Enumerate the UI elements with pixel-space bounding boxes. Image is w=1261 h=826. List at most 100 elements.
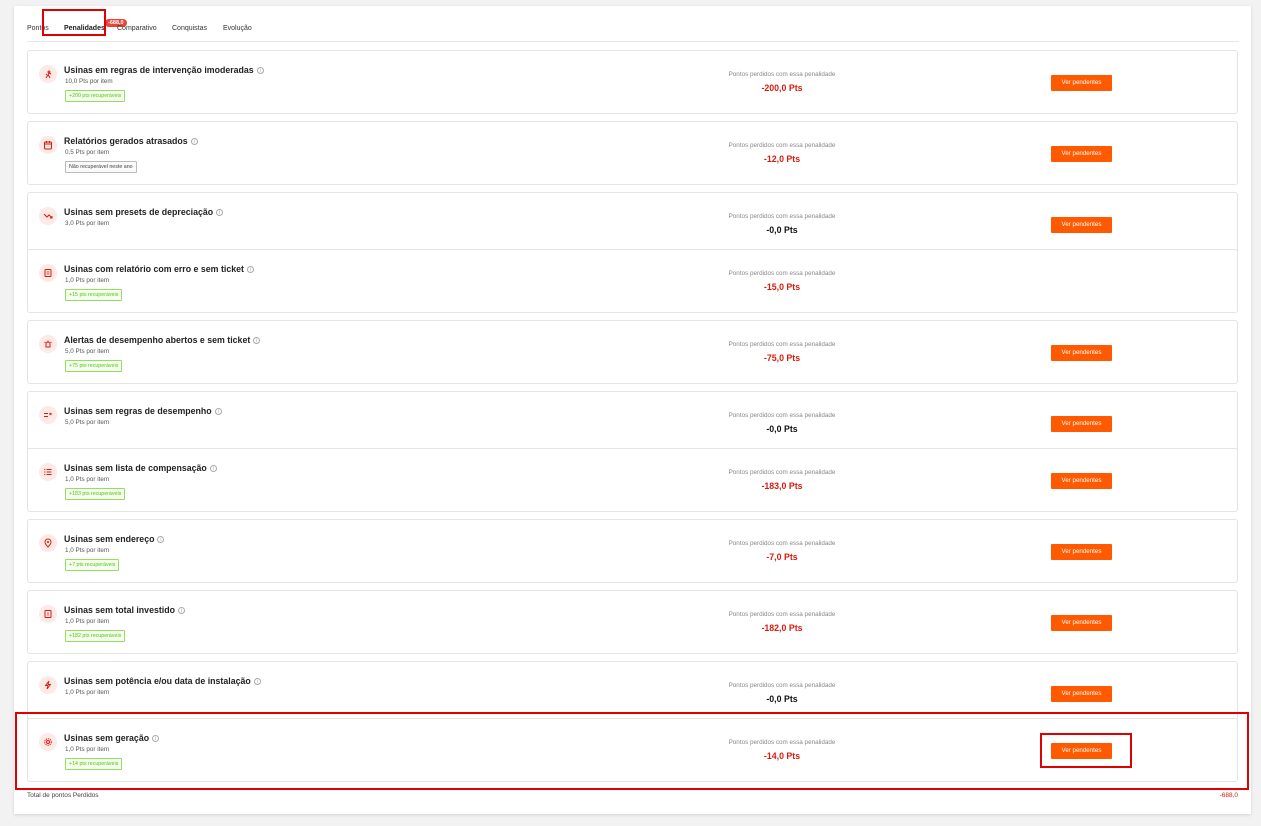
penalty-title: Relatórios gerados atrasados i (64, 136, 198, 146)
recoverable-tag: +7 pts recuperáveis (65, 559, 120, 571)
report-icon (39, 264, 57, 282)
penalty-title: Usinas sem regras de desempenho i (64, 406, 222, 416)
points-lost-label: Pontos perdidos com essa penalidade (728, 739, 836, 746)
info-icon[interactable]: i (253, 337, 261, 344)
tab-conquistas[interactable]: Conquistas (172, 25, 207, 32)
penalty-card: Usinas sem total investido i 1,0 Pts por i… (27, 590, 1238, 654)
penalty-card: Usinas em regras de intervenção imoderad… (27, 50, 1238, 114)
list-icon (39, 463, 57, 481)
penalty-title: Usinas sem presets de depreciação i (64, 207, 224, 217)
info-icon[interactable]: i (190, 138, 198, 145)
info-icon[interactable]: i (152, 735, 160, 742)
penalties-panel: Pontos Penalidades -688,0 Comparativo Co… (14, 6, 1251, 814)
view-pending-button[interactable]: Ver pendentes (1051, 416, 1112, 432)
tab-evolucao[interactable]: Evolução (223, 25, 252, 32)
penalty-card: Usinas sem potência e/ou data de instala… (27, 661, 1238, 725)
calendar-icon (39, 136, 57, 154)
location-pin-icon (39, 534, 57, 552)
points-lost-value: -183,0 Pts (761, 481, 803, 491)
points-lost-value: -182,0 Pts (761, 623, 803, 633)
view-pending-button[interactable]: Ver pendentes (1051, 686, 1112, 702)
view-pending-button[interactable]: Ver pendentes (1051, 473, 1112, 489)
points-lost-label: Pontos perdidos com essa penalidade (728, 142, 836, 149)
points-lost-value: -75,0 Pts (763, 353, 801, 363)
run-icon (39, 65, 57, 83)
rules-icon (39, 406, 57, 424)
total-lost-value: -688,0 (1219, 792, 1238, 799)
points-per-item: 5,0 Pts por item (65, 348, 110, 355)
points-lost-label: Pontos perdidos com essa penalidade (728, 611, 836, 618)
points-lost-label: Pontos perdidos com essa penalidade (728, 469, 836, 476)
money-icon (39, 605, 57, 623)
points-per-item: 10,0 Pts por item (65, 78, 113, 85)
points-lost-label: Pontos perdidos com essa penalidade (728, 213, 836, 220)
penalty-card: Usinas sem lista de compensação i 1,0 Pts … (27, 448, 1238, 512)
tab-pontos[interactable]: Pontos (27, 25, 49, 32)
recoverable-tag: +75 pts recuperáveis (65, 360, 123, 372)
points-lost-value: -0,0 Pts (766, 424, 798, 434)
total-lost-label: Total de pontos Perdidos (27, 792, 99, 799)
info-icon[interactable]: i (177, 607, 185, 614)
penalty-title: Usinas sem endereço i (64, 534, 165, 544)
trend-down-icon (39, 207, 57, 225)
view-pending-button[interactable]: Ver pendentes (1051, 146, 1112, 162)
recoverable-tag: Não recuperável neste ano (65, 161, 137, 173)
penalty-title: Usinas em regras de intervenção imoderad… (64, 65, 264, 75)
points-per-item: 1,0 Pts por item (65, 476, 110, 483)
gear-icon (39, 733, 57, 751)
recoverable-tag: +182 pts recuperáveis (65, 630, 126, 642)
penalty-title: Alertas de desempenho abertos e sem tick… (64, 335, 261, 345)
recoverable-tag: +14 pts recuperáveis (65, 758, 123, 770)
penalty-title: Usinas com relatório com erro e sem tick… (64, 264, 254, 274)
penalty-title: Usinas sem lista de compensação i (64, 463, 217, 473)
recoverable-tag: +183 pts recuperáveis (65, 488, 126, 500)
points-lost-label: Pontos perdidos com essa penalidade (728, 341, 836, 348)
penalty-card: Relatórios gerados atrasados i 0,5 Pts por… (27, 121, 1238, 185)
penalty-title: Usinas sem potência e/ou data de instala… (64, 676, 261, 686)
points-lost-value: -0,0 Pts (766, 694, 798, 704)
points-per-item: 1,0 Pts por item (65, 547, 110, 554)
info-icon[interactable]: i (216, 209, 224, 216)
penalty-title: Usinas sem total investido i (64, 605, 185, 615)
points-lost-label: Pontos perdidos com essa penalidade (728, 540, 836, 547)
view-pending-button[interactable]: Ver pendentes (1051, 743, 1112, 759)
info-icon[interactable]: i (256, 67, 264, 74)
points-lost-value: -0,0 Pts (766, 225, 798, 235)
penalty-card: Usinas com relatório com erro e sem tick… (27, 249, 1238, 313)
penalty-card: Usinas sem regras de desempenho i 5,0 Pts … (27, 391, 1238, 455)
points-lost-value: -7,0 Pts (766, 552, 798, 562)
points-per-item: 1,0 Pts por item (65, 618, 110, 625)
penalty-card: Usinas sem presets de depreciação i 3,0 Pt… (27, 192, 1238, 256)
view-pending-button[interactable]: Ver pendentes (1051, 75, 1112, 91)
recoverable-tag: +200 pts recuperáveis (65, 90, 126, 102)
points-lost-value: -12,0 Pts (763, 154, 801, 164)
info-icon[interactable]: i (214, 408, 222, 415)
view-pending-button[interactable]: Ver pendentes (1051, 217, 1112, 233)
view-pending-button[interactable]: Ver pendentes (1051, 615, 1112, 631)
penalty-card: Alertas de desempenho abertos e sem tick… (27, 320, 1238, 384)
penalty-card: Usinas sem endereço i 1,0 Pts por item +7 p… (27, 519, 1238, 583)
penalty-card: Usinas sem geração i 1,0 Pts por item +14 p… (27, 718, 1238, 782)
info-icon[interactable]: i (253, 678, 261, 685)
points-per-item: 5,0 Pts por item (65, 419, 110, 426)
points-lost-label: Pontos perdidos com essa penalidade (728, 270, 836, 277)
points-lost-value: -15,0 Pts (763, 282, 801, 292)
info-icon[interactable]: i (246, 266, 254, 273)
info-icon[interactable]: i (209, 465, 217, 472)
lightning-icon (39, 676, 57, 694)
alarm-icon (39, 335, 57, 353)
points-per-item: 1,0 Pts por item (65, 277, 110, 284)
view-pending-button[interactable]: Ver pendentes (1051, 345, 1112, 361)
tab-comparativo[interactable]: Comparativo (117, 25, 157, 32)
tab-penalidades[interactable]: Penalidades (64, 25, 105, 32)
points-per-item: 3,0 Pts por item (65, 220, 110, 227)
penalty-title: Usinas sem geração i (64, 733, 160, 743)
recoverable-tag: +15 pts recuperáveis (65, 289, 123, 301)
info-icon[interactable]: i (157, 536, 165, 543)
points-per-item: 1,0 Pts por item (65, 689, 110, 696)
points-lost-value: -14,0 Pts (763, 751, 801, 761)
view-pending-button[interactable]: Ver pendentes (1051, 544, 1112, 560)
points-lost-label: Pontos perdidos com essa penalidade (728, 682, 836, 689)
points-per-item: 1,0 Pts por item (65, 746, 110, 753)
points-lost-label: Pontos perdidos com essa penalidade (728, 71, 836, 78)
